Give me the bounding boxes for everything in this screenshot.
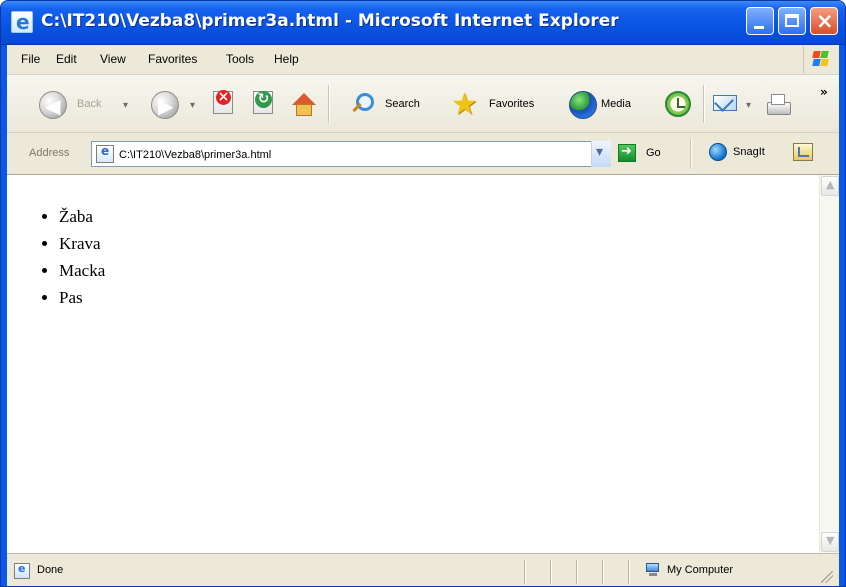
maximize-button[interactable] (778, 7, 806, 35)
search-label: Search (385, 98, 420, 110)
favorites-button[interactable]: ★ Favorites (451, 87, 557, 122)
address-field[interactable] (91, 141, 611, 167)
stop-icon (213, 90, 233, 114)
address-label: Address (29, 147, 70, 159)
go-button[interactable]: Go (618, 143, 670, 166)
standard-toolbar: Back ▾ ▾ Search ★ Favorites Media (7, 75, 839, 133)
forward-icon (151, 91, 179, 119)
back-icon (39, 91, 67, 119)
status-divider (628, 560, 629, 584)
go-icon (618, 144, 636, 162)
minimize-icon (754, 26, 764, 29)
snagit-icon (709, 143, 727, 161)
home-icon (289, 91, 317, 119)
media-button[interactable]: Media (569, 91, 647, 121)
menu-help[interactable]: Help (274, 52, 299, 66)
search-icon (349, 91, 374, 115)
list-item: Pas (59, 284, 105, 311)
toolbar-separator (703, 85, 704, 123)
refresh-button[interactable] (253, 91, 281, 121)
close-icon: × (816, 9, 834, 33)
security-zone: My Computer (667, 564, 734, 576)
windows-logo-icon (803, 46, 835, 73)
back-label: Back (77, 98, 102, 110)
close-button[interactable]: × (810, 7, 838, 35)
mail-icon (711, 91, 741, 118)
page-status-icon (14, 562, 30, 579)
address-input[interactable] (119, 146, 579, 164)
mail-dropdown-icon[interactable]: ▾ (746, 100, 751, 111)
windows-logo-green-part (820, 51, 829, 58)
history-button[interactable] (665, 91, 695, 121)
resize-grip-icon[interactable] (821, 571, 833, 583)
menu-view[interactable]: View (100, 52, 126, 66)
snagit-button[interactable]: SnagIt (709, 142, 777, 166)
status-bar: Done My Computer (7, 553, 839, 586)
menu-bar: File Edit View Favorites Tools Help (7, 45, 839, 75)
scroll-up-button[interactable] (821, 176, 839, 196)
scroll-down-button[interactable] (821, 532, 839, 552)
list-item: Macka (59, 257, 105, 284)
address-separator (690, 138, 691, 169)
internet-explorer-icon (11, 10, 33, 34)
favorites-icon: ★ (451, 87, 478, 122)
menu-file[interactable]: File (21, 52, 40, 66)
forward-dropdown-icon[interactable]: ▾ (190, 100, 195, 111)
media-label: Media (601, 98, 631, 110)
menu-tools[interactable]: Tools (226, 52, 254, 66)
favorites-label: Favorites (489, 98, 535, 110)
title-bar[interactable]: C:\IT210\Vezba8\primer3a.html - Microsof… (1, 1, 845, 45)
address-dropdown-button[interactable] (591, 141, 611, 167)
history-icon (665, 91, 691, 117)
page-icon (96, 144, 114, 163)
toolbar-separator (328, 85, 329, 123)
back-dropdown-icon[interactable]: ▾ (123, 100, 128, 111)
back-button[interactable]: Back ▾ (39, 91, 149, 121)
snagit-tool-icon[interactable] (793, 143, 813, 161)
menu-favorites[interactable]: Favorites (148, 52, 197, 66)
minimize-button[interactable] (746, 7, 774, 35)
page-content: Žaba Krava Macka Pas (7, 175, 819, 553)
search-button[interactable]: Search (349, 91, 435, 121)
computer-icon (644, 562, 662, 578)
status-text: Done (37, 564, 64, 576)
address-bar: Address Go SnagIt (7, 133, 839, 175)
windows-logo-yellow-part (820, 59, 829, 66)
status-divider (524, 560, 525, 584)
internet-explorer-window: C:\IT210\Vezba8\primer3a.html - Microsof… (0, 0, 846, 587)
animal-list: Žaba Krava Macka Pas (19, 203, 105, 311)
print-button[interactable] (763, 91, 797, 121)
media-icon (569, 91, 597, 119)
refresh-icon (253, 91, 273, 114)
status-divider (576, 560, 577, 584)
print-icon (763, 91, 793, 121)
list-item: Žaba (59, 203, 105, 230)
list-item: Krava (59, 230, 105, 257)
mail-button[interactable]: ▾ (711, 91, 759, 121)
window-title: C:\IT210\Vezba8\primer3a.html - Microsof… (41, 11, 619, 31)
vertical-scrollbar[interactable] (819, 175, 839, 553)
status-divider (550, 560, 551, 584)
home-button[interactable] (289, 91, 321, 121)
snagit-label: SnagIt (733, 146, 765, 158)
status-divider (602, 560, 603, 584)
menu-edit[interactable]: Edit (56, 52, 77, 66)
forward-button[interactable]: ▾ (151, 91, 205, 121)
go-label: Go (646, 147, 661, 159)
toolbar-chevron-icon[interactable]: » (820, 85, 828, 99)
stop-button[interactable] (213, 90, 241, 121)
maximize-icon (785, 14, 799, 27)
